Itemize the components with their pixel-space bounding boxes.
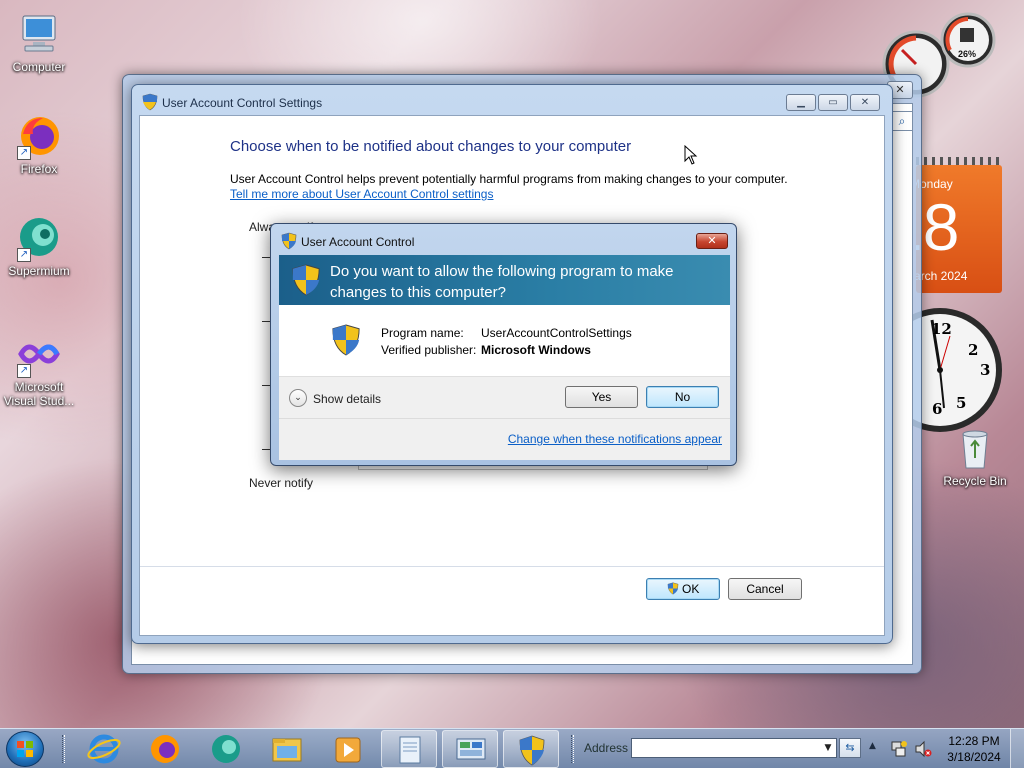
go-button[interactable]: ⇆	[839, 738, 861, 758]
publisher-value: Microsoft Windows	[481, 343, 591, 357]
calendar-month-year: March 2024	[916, 269, 968, 283]
slider-tick	[262, 321, 270, 322]
slider-tick	[262, 385, 270, 386]
desktop-icon-firefox[interactable]: ↗ Firefox	[1, 112, 77, 176]
taskbar-file-explorer[interactable]	[259, 730, 315, 768]
change-notifications-link[interactable]: Change when these notifications appear	[508, 432, 722, 446]
document-icon	[399, 736, 421, 764]
clock-numeral-5: 5	[956, 394, 967, 412]
button-separator	[140, 566, 884, 567]
shortcut-arrow-icon: ↗	[17, 248, 31, 262]
supermium-icon: ↗	[15, 214, 63, 262]
visual-studio-icon: ↗	[15, 330, 63, 378]
taskbar-clock-date[interactable]: 3/18/2024	[944, 750, 1004, 764]
uac-shield-icon	[667, 582, 678, 595]
taskbar-firefox[interactable]	[137, 730, 193, 768]
page-description: User Account Control helps prevent poten…	[230, 172, 788, 186]
show-desktop-button[interactable]	[1010, 729, 1024, 768]
uac-prompt-dialog: User Account Control ✕ Do you want to al…	[270, 223, 737, 466]
taskbar-supermium[interactable]	[198, 730, 254, 768]
firefox-icon	[151, 735, 179, 763]
taskbar-uac[interactable]	[503, 730, 559, 768]
taskbar: Address ▼ ⇆ ▲ 12:28 PM 3/18/2024	[0, 728, 1024, 768]
search-icon[interactable]: ⌕	[891, 111, 913, 131]
calendar-day: 18	[916, 190, 960, 264]
ok-button[interactable]: OK	[646, 578, 720, 600]
uac-shield-icon	[292, 264, 320, 296]
taskbar-clock-time[interactable]: 12:28 PM	[944, 734, 1004, 748]
uac-shield-icon	[519, 735, 545, 766]
maximize-button[interactable]: ▭	[818, 94, 848, 111]
publisher-label: Verified publisher:	[381, 343, 477, 357]
control-panel-icon	[456, 738, 486, 760]
desktop-icon-label: Firefox	[20, 162, 58, 176]
desktop-icon-visual-studio[interactable]: ↗ Microsoft Visual Stud...	[1, 330, 77, 408]
learn-more-link[interactable]: Tell me more about User Account Control …	[230, 187, 493, 201]
footer-separator	[279, 418, 730, 419]
dialog-footer: ⌄ Show details Yes No Change when these …	[279, 376, 730, 460]
slider-bottom-label: Never notify	[249, 476, 314, 490]
program-name-label: Program name:	[381, 326, 464, 340]
show-hidden-icons-button[interactable]: ▲	[869, 741, 876, 751]
taskbar-media-player[interactable]	[320, 730, 376, 768]
computer-icon	[15, 10, 63, 58]
windows-logo-icon	[17, 741, 33, 757]
uac-shield-icon	[281, 232, 297, 250]
minimize-button[interactable]: ▁	[786, 94, 816, 111]
cpu-meter-value: 26%	[958, 49, 977, 59]
taskbar-internet-explorer[interactable]	[76, 730, 132, 768]
uac-question: Do you want to allow the following progr…	[330, 263, 674, 301]
chevron-down-icon[interactable]: ⌄	[289, 389, 307, 407]
file-explorer-icon	[272, 738, 302, 762]
close-button[interactable]: ✕	[850, 94, 880, 111]
toolbar-grip[interactable]	[571, 735, 574, 763]
internet-explorer-icon	[87, 734, 121, 764]
desktop-icon-label: Computer	[12, 60, 66, 74]
desktop-icon-label: Recycle Bin	[943, 474, 1007, 488]
program-info: Program name: UserAccountControlSettings…	[279, 305, 730, 376]
page-heading: Choose when to be notified about changes…	[230, 138, 632, 155]
slider-tick	[262, 257, 270, 258]
address-input[interactable]	[631, 738, 837, 758]
clock-numeral-2: 2	[968, 341, 979, 359]
desktop-icon-label: Microsoft Visual Stud...	[3, 380, 75, 408]
clock-numeral-6: 6	[932, 400, 943, 418]
desktop-icon-supermium[interactable]: ↗ Supermium	[1, 214, 77, 278]
media-player-icon	[335, 737, 361, 763]
program-shield-icon	[332, 324, 360, 356]
clock-numeral-12: 12	[931, 320, 952, 338]
desktop-icon-computer[interactable]: Computer	[1, 10, 77, 74]
mouse-cursor-icon	[684, 145, 698, 165]
taskbar-document[interactable]	[381, 730, 437, 768]
program-name-value: UserAccountControlSettings	[481, 326, 632, 340]
shortcut-arrow-icon: ↗	[17, 364, 31, 378]
chevron-down-icon[interactable]: ▼	[820, 739, 836, 757]
address-label: Address	[584, 741, 629, 755]
calendar-gadget[interactable]: Monday 18 March 2024	[916, 157, 1002, 293]
show-details-toggle[interactable]: Show details	[313, 392, 381, 406]
shortcut-arrow-icon: ↗	[17, 146, 31, 160]
dialog-close-button[interactable]: ✕	[696, 233, 728, 249]
cancel-button[interactable]: Cancel	[728, 578, 802, 600]
taskbar-control-panel[interactable]	[442, 730, 498, 768]
yes-button[interactable]: Yes	[565, 386, 638, 408]
clock-numeral-3: 3	[980, 361, 991, 379]
supermium-icon	[212, 735, 240, 763]
setting-description-box	[358, 466, 708, 470]
start-button[interactable]	[6, 731, 44, 767]
ok-button-label: OK	[682, 582, 700, 596]
firefox-icon: ↗	[15, 112, 63, 160]
clock-gadget: 12 2 3 5 6	[878, 306, 1004, 434]
volume-muted-icon[interactable]	[914, 740, 932, 758]
no-button[interactable]: No	[646, 386, 719, 408]
slider-tick	[262, 449, 270, 450]
window-title: User Account Control Settings	[162, 96, 323, 110]
desktop-icon-label: Supermium	[8, 264, 70, 278]
dialog-title: User Account Control	[301, 235, 415, 249]
network-icon[interactable]	[890, 740, 908, 758]
uac-shield-icon	[142, 93, 158, 111]
uac-question-banner: Do you want to allow the following progr…	[279, 255, 730, 305]
toolbar-grip[interactable]	[62, 735, 65, 763]
